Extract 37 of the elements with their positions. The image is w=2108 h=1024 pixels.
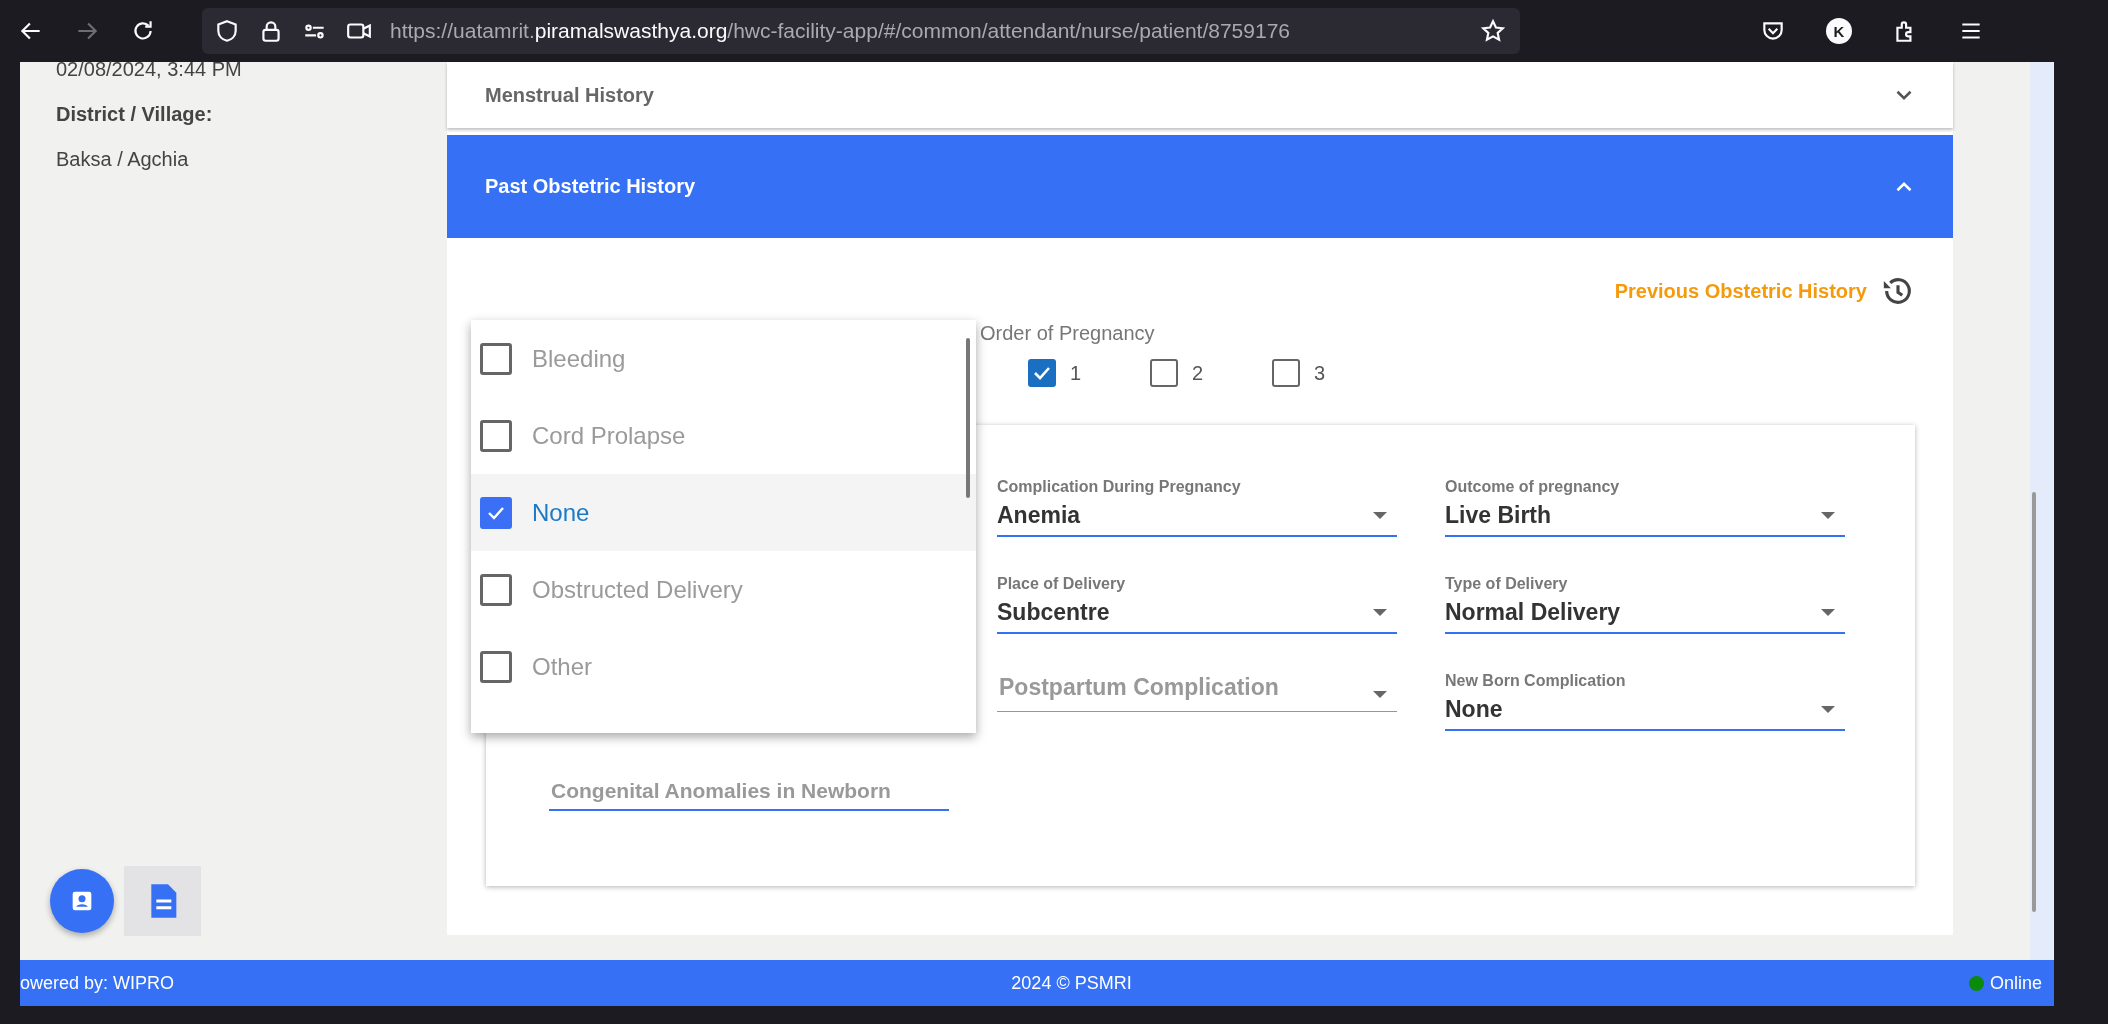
footer-copyright: 2024 © PSMRI: [1011, 972, 1132, 994]
profile-avatar[interactable]: K: [1826, 18, 1852, 44]
menu-option[interactable]: Other: [471, 628, 976, 705]
select-field[interactable]: Place of Delivery Subcentre: [997, 570, 1397, 634]
address-bar[interactable]: https://uatamrit.piramalswasthya.org/hwc-facility-app/#/common/attendant/nurse/patient/8759176: [202, 8, 1520, 54]
scrollbar-thumb[interactable]: [2032, 492, 2036, 912]
select-field[interactable]: Complication During Pregnancy Anemia: [997, 473, 1397, 537]
previous-history-link[interactable]: Previous Obstetric History: [1614, 279, 1867, 303]
visit-time: 02/08/2024, 3:44 PM: [56, 58, 243, 81]
checkbox-label: 3: [1314, 361, 1326, 385]
checkbox[interactable]: [1272, 359, 1300, 387]
menu-option[interactable]: Obstructed Delivery: [471, 551, 976, 628]
star-icon[interactable]: [1480, 18, 1506, 44]
footer-credit: owered by: WIPRO: [20, 972, 175, 994]
select-field[interactable]: New Born Complication None: [1445, 667, 1845, 731]
section-header[interactable]: Menstrual History: [447, 62, 1953, 128]
select-field[interactable]: Postpartum Complication: [997, 667, 1397, 712]
field-label: Order of Pregnancy: [980, 322, 1156, 345]
url-text: https://uatamrit.piramalswasthya.org/hwc-facility-app/#/common/attendant/nurse/patient/8759176: [390, 19, 1291, 43]
checkbox-label: 1: [1070, 361, 1082, 385]
checkbox[interactable]: [1150, 359, 1178, 387]
menu-option[interactable]: Bleeding: [471, 320, 976, 397]
scrollbar-thumb[interactable]: [966, 338, 970, 498]
menu-option[interactable]: None: [471, 474, 976, 551]
select-field[interactable]: Type of Delivery Normal Delivery: [1445, 570, 1845, 634]
checkbox-label: 2: [1192, 361, 1204, 385]
input-field[interactable]: Congenital Anomalies in Newborn: [549, 764, 949, 811]
location-value: Baksa / Agchia: [56, 148, 190, 171]
document-button[interactable]: [124, 866, 201, 936]
status-label: Online: [1989, 972, 2042, 994]
section-header[interactable]: Past Obstetric History: [447, 135, 1953, 238]
patient-info-button[interactable]: [50, 869, 114, 933]
location-label: District / Village:: [56, 103, 214, 126]
shield-icon: [214, 18, 240, 44]
select-field[interactable]: Outcome of pregnancy Live Birth: [1445, 473, 1845, 537]
menu-option[interactable]: Cord Prolapse: [471, 397, 976, 474]
checkbox[interactable]: [1028, 359, 1056, 387]
